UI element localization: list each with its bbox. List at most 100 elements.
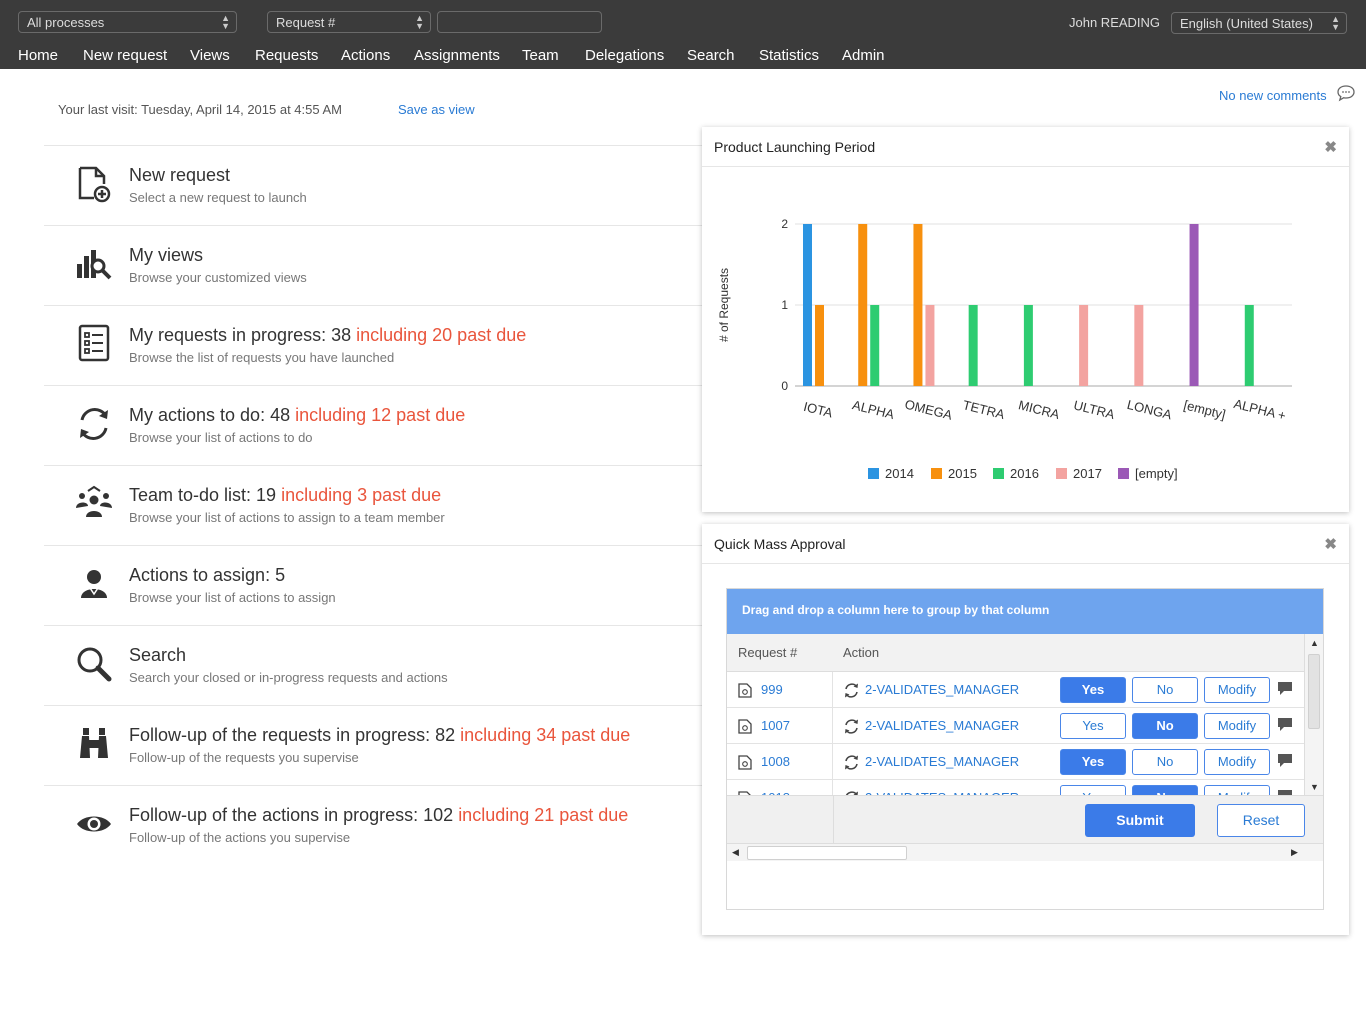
modify-button[interactable]: Modify	[1204, 785, 1270, 795]
yes-button[interactable]: Yes	[1060, 785, 1126, 795]
action-link[interactable]: 2-VALIDATES_MANAGER	[865, 718, 1019, 733]
nav-admin[interactable]: Admin	[842, 47, 885, 64]
no-button[interactable]: No	[1132, 785, 1198, 795]
nav-delegations[interactable]: Delegations	[585, 47, 664, 64]
eye-icon	[77, 816, 111, 832]
nav-statistics[interactable]: Statistics	[759, 47, 819, 64]
row-subtitle: Select a new request to launch	[129, 190, 307, 205]
request-number-link[interactable]: 999	[761, 682, 783, 697]
save-as-view-link[interactable]: Save as view	[398, 102, 475, 117]
modify-button[interactable]: Modify	[1204, 749, 1270, 775]
yes-button[interactable]: Yes	[1060, 749, 1126, 775]
grid-header: Request # Action	[727, 634, 1304, 672]
column-header-request[interactable]: Request #	[738, 645, 797, 660]
yes-button[interactable]: Yes	[1060, 677, 1126, 703]
group-drop-zone[interactable]: Drag and drop a column here to group by …	[727, 589, 1323, 634]
row-my-views[interactable]: My views Browse your customized views	[44, 225, 702, 305]
y-tick-label: 0	[781, 379, 788, 393]
no-button[interactable]: No	[1132, 677, 1198, 703]
modify-button[interactable]: Modify	[1204, 713, 1270, 739]
nav-home[interactable]: Home	[18, 47, 58, 64]
row-title[interactable]: My views	[129, 245, 203, 266]
column-header-action[interactable]: Action	[843, 645, 879, 660]
action-link[interactable]: 2-VALIDATES_MANAGER	[865, 682, 1019, 697]
row-title[interactable]: New request	[129, 165, 230, 186]
row-subtitle: Follow-up of the actions you supervise	[129, 830, 351, 845]
approval-panel: Quick Mass Approval ✖ Drag and drop a co…	[702, 524, 1349, 935]
row-subtitle: Browse your list of actions to assign to…	[129, 510, 445, 525]
vertical-scrollbar[interactable]: ▲ ▼	[1304, 634, 1323, 795]
row-title[interactable]: My requests in progress: 38 including 20…	[129, 325, 526, 346]
comment-icon[interactable]	[1277, 717, 1293, 732]
close-icon[interactable]: ✖	[1324, 535, 1337, 553]
legend-label: [empty]	[1135, 466, 1178, 481]
nav-views[interactable]: Views	[190, 47, 230, 64]
scroll-thumb[interactable]	[747, 846, 907, 860]
scroll-right-icon[interactable]: ▶	[1291, 847, 1298, 858]
scroll-thumb[interactable]	[1308, 654, 1320, 729]
bar-2015-omega	[913, 224, 923, 386]
comment-bubble-icon[interactable]	[1336, 84, 1356, 102]
legend-swatch	[1056, 468, 1067, 479]
modify-button[interactable]: Modify	[1204, 677, 1270, 703]
row-actions-to-assign[interactable]: Actions to assign: 5 Browse your list of…	[44, 545, 702, 625]
x-tick-label: MICRA	[1017, 397, 1062, 422]
comment-icon[interactable]	[1277, 681, 1293, 696]
table-row: 10182-VALIDATES_MANAGERYesNoModify	[727, 780, 1304, 795]
user-name[interactable]: John READING	[1069, 15, 1160, 30]
close-icon[interactable]: ✖	[1324, 138, 1337, 156]
process-select[interactable]: All processes ▲ ▼	[18, 11, 237, 33]
row-team-todo[interactable]: Team to-do list: 19 including 3 past due…	[44, 465, 702, 545]
submit-button[interactable]: Submit	[1085, 804, 1195, 837]
horizontal-scrollbar[interactable]: ◀ ▶	[727, 843, 1323, 861]
request-number-link[interactable]: 1007	[761, 718, 790, 733]
row-search[interactable]: Search Search your closed or in-progress…	[44, 625, 702, 705]
footer-divider	[833, 796, 834, 844]
scroll-left-icon[interactable]: ◀	[732, 847, 739, 858]
nav-assignments[interactable]: Assignments	[414, 47, 500, 64]
row-title[interactable]: Follow-up of the requests in progress: 8…	[129, 725, 630, 746]
nav-team[interactable]: Team	[522, 47, 559, 64]
comments-link[interactable]: No new comments	[1219, 88, 1327, 103]
refresh-icon	[845, 683, 858, 698]
scroll-down-icon[interactable]: ▼	[1310, 782, 1319, 792]
request-number-link[interactable]: 1008	[761, 754, 790, 769]
language-select[interactable]: English (United States) ▲ ▼	[1171, 12, 1347, 34]
row-title[interactable]: My actions to do: 48 including 12 past d…	[129, 405, 465, 426]
row-my-requests[interactable]: My requests in progress: 38 including 20…	[44, 305, 702, 385]
views-chart-icon	[77, 250, 112, 280]
yes-button[interactable]: Yes	[1060, 713, 1126, 739]
no-button[interactable]: No	[1132, 713, 1198, 739]
nav-actions[interactable]: Actions	[341, 47, 390, 64]
row-title[interactable]: Search	[129, 645, 186, 666]
action-link[interactable]: 2-VALIDATES_MANAGER	[865, 754, 1019, 769]
search-icon	[77, 647, 112, 682]
bar-2016-micra	[1023, 305, 1033, 386]
row-new-request[interactable]: New request Select a new request to laun…	[44, 145, 702, 225]
row-title[interactable]: Follow-up of the actions in progress: 10…	[129, 805, 628, 826]
request-number-select[interactable]: Request # ▲ ▼	[267, 11, 431, 33]
nav-new-request[interactable]: New request	[83, 47, 167, 64]
request-cell: 1008	[727, 744, 833, 780]
scroll-up-icon[interactable]: ▲	[1310, 638, 1319, 648]
legend-label: 2015	[948, 466, 977, 481]
x-tick-label: [empty]	[1182, 397, 1227, 422]
row-title[interactable]: Actions to assign: 5	[129, 565, 285, 586]
nav-search[interactable]: Search	[687, 47, 735, 64]
no-button[interactable]: No	[1132, 749, 1198, 775]
row-follow-up-requests[interactable]: Follow-up of the requests in progress: 8…	[44, 705, 702, 785]
bar-2017-omega	[925, 305, 935, 386]
refresh-icon	[845, 755, 858, 770]
request-search-input[interactable]	[437, 11, 602, 33]
row-follow-up-actions[interactable]: Follow-up of the actions in progress: 10…	[44, 785, 702, 865]
select-caret-icon: ▲ ▼	[221, 13, 230, 31]
row-my-actions[interactable]: My actions to do: 48 including 12 past d…	[44, 385, 702, 465]
comment-icon[interactable]	[1277, 753, 1293, 768]
x-tick-label: ALPHA	[851, 397, 896, 422]
row-title[interactable]: Team to-do list: 19 including 3 past due	[129, 485, 441, 506]
x-tick-label: ALPHA +	[1232, 396, 1287, 423]
nav-requests[interactable]: Requests	[255, 47, 318, 64]
reset-button[interactable]: Reset	[1217, 804, 1305, 837]
x-tick-label: TETRA	[961, 397, 1006, 422]
row-subtitle: Browse the list of requests you have lau…	[129, 350, 395, 365]
